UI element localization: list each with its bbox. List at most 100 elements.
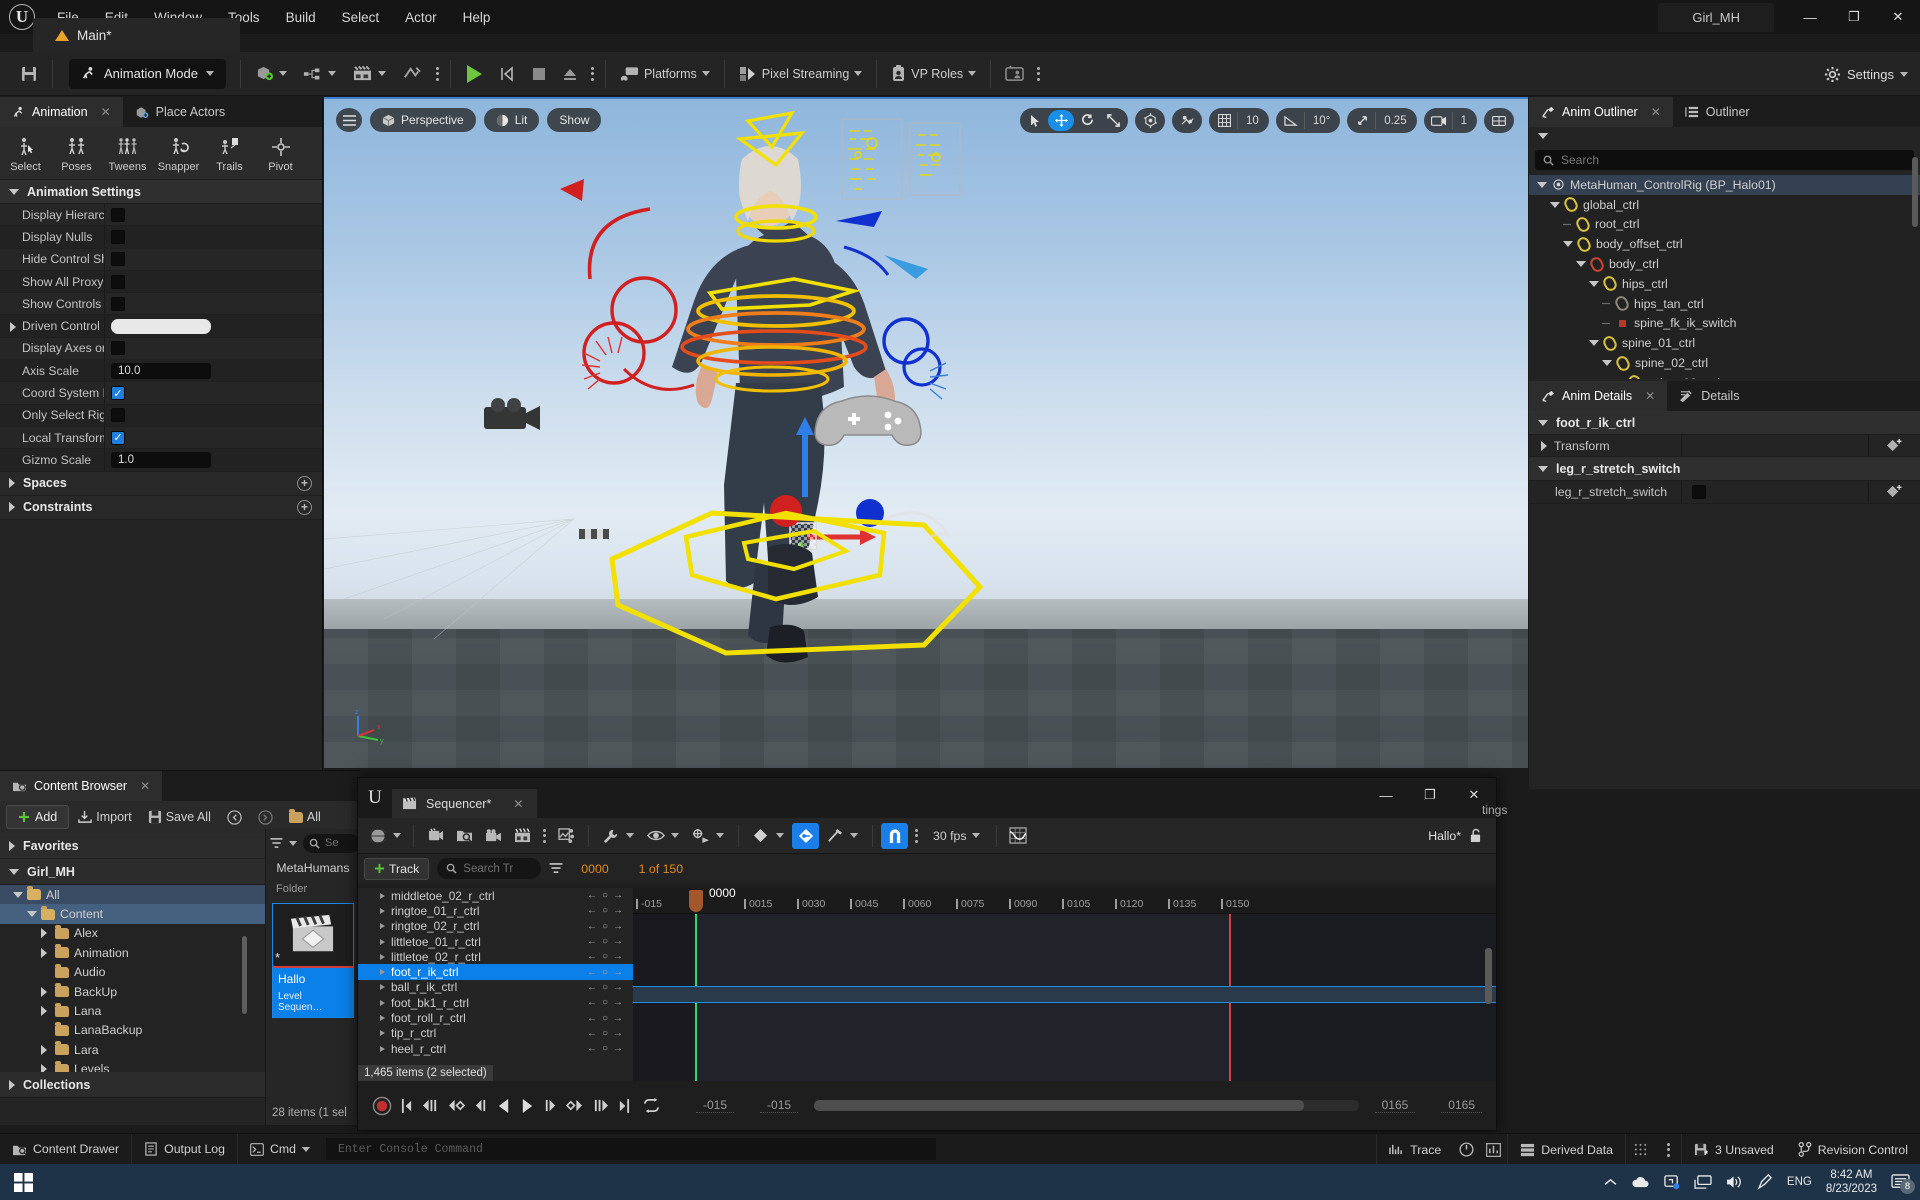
sequencer-minimize-button[interactable]: — bbox=[1364, 778, 1408, 812]
add-key-icon[interactable] bbox=[1868, 481, 1920, 503]
hamburger-icon[interactable] bbox=[336, 108, 362, 132]
outliner-item-0[interactable]: MetaHuman_ControlRig (BP_Halo01) bbox=[1529, 175, 1920, 195]
timeline-ruler[interactable]: -015 0015 0030 0045 0060 0075 0090 0105 … bbox=[633, 886, 1496, 914]
track-key-nav-3[interactable]: ← ○ → bbox=[587, 936, 633, 947]
caret-right-icon-trk4[interactable] bbox=[380, 953, 385, 960]
angle-snap-value[interactable]: 10° bbox=[1303, 112, 1338, 129]
play-icon[interactable] bbox=[520, 1098, 534, 1114]
add-key-circle-icon[interactable]: ○ bbox=[602, 997, 608, 1008]
track-key-nav-9[interactable]: ← ○ → bbox=[587, 1028, 633, 1039]
stats-button[interactable] bbox=[1480, 1134, 1509, 1165]
viewport-layout-icon[interactable] bbox=[1486, 110, 1512, 131]
caret-right-icon-trk2[interactable] bbox=[380, 923, 385, 930]
perf-button[interactable] bbox=[1453, 1134, 1480, 1165]
move-icon[interactable] bbox=[1048, 110, 1075, 131]
setting-value-3[interactable] bbox=[104, 270, 322, 293]
display-icon[interactable] bbox=[1694, 1174, 1712, 1190]
take-recorder-icon[interactable] bbox=[509, 823, 536, 849]
caret-right-icon-trk7[interactable] bbox=[380, 999, 385, 1006]
tool-tweens[interactable]: Tweens bbox=[102, 136, 153, 173]
outliner-item-4[interactable]: body_ctrl bbox=[1529, 254, 1920, 274]
unlock-icon[interactable] bbox=[1469, 828, 1482, 843]
prev-key-arrow-icon[interactable]: ← bbox=[587, 997, 597, 1008]
tool-trails[interactable]: Trails bbox=[204, 136, 255, 173]
caret-right-icon-cb9[interactable] bbox=[41, 1064, 50, 1072]
snap-options-icon[interactable] bbox=[910, 828, 923, 843]
chevron-down-icon-eye[interactable] bbox=[671, 833, 679, 838]
track-key-nav-0[interactable]: ← ○ → bbox=[587, 890, 633, 901]
next-key-arrow-icon[interactable]: → bbox=[613, 1013, 623, 1024]
tab-place-actors[interactable]: Place Actors bbox=[123, 97, 237, 127]
skip-button[interactable] bbox=[492, 58, 524, 90]
tab-anim-details[interactable]: Anim Details ✕ bbox=[1529, 381, 1668, 411]
outliner-item-6[interactable]: hips_tan_ctrl bbox=[1529, 294, 1920, 314]
caret-right-icon-trk6[interactable] bbox=[380, 984, 385, 991]
animation-settings-header[interactable]: Animation Settings bbox=[0, 180, 322, 204]
path-all-button[interactable]: All bbox=[282, 805, 328, 829]
tab-animation[interactable]: Animation ✕ bbox=[0, 97, 123, 127]
surface-snap-button[interactable] bbox=[1172, 108, 1203, 133]
blueprints-button[interactable] bbox=[295, 58, 344, 90]
setting-value-11[interactable]: 1.0 bbox=[104, 449, 322, 471]
caret-right-icon-cb3[interactable] bbox=[41, 947, 50, 958]
add-key-circle-icon[interactable]: ○ bbox=[602, 936, 608, 947]
setting-color-5[interactable] bbox=[111, 318, 211, 334]
outliner-search-input[interactable]: Search bbox=[1535, 150, 1914, 170]
rotate-icon[interactable] bbox=[1074, 110, 1100, 131]
eye-icon[interactable] bbox=[642, 823, 669, 849]
chevron-down-icon-wrench[interactable] bbox=[626, 833, 634, 838]
caret-right-icon-5[interactable] bbox=[10, 321, 16, 332]
close-button[interactable]: ✕ bbox=[1876, 0, 1920, 34]
track-key-nav-8[interactable]: ← ○ → bbox=[587, 1013, 633, 1024]
next-key-arrow-icon[interactable]: → bbox=[613, 936, 623, 947]
chevron-down-icon-world[interactable] bbox=[393, 833, 401, 838]
sequencer-track-row-9[interactable]: tip_r_ctrl ← ○ → bbox=[358, 1026, 633, 1041]
filter-icon[interactable] bbox=[270, 837, 283, 849]
fps-selector[interactable]: 30 fps bbox=[925, 820, 988, 852]
outliner-item-7[interactable]: spine_fk_ik_switch bbox=[1529, 314, 1920, 334]
curve-editor-icon[interactable] bbox=[1005, 823, 1032, 849]
volume-icon[interactable] bbox=[1726, 1175, 1743, 1189]
caret-down-icon[interactable] bbox=[1589, 280, 1599, 287]
outliner-item-5[interactable]: hips_ctrl bbox=[1529, 274, 1920, 294]
camera-speed-control[interactable]: 1 bbox=[1423, 108, 1477, 133]
track-key-nav-7[interactable]: ← ○ → bbox=[587, 997, 633, 1008]
add-track-button[interactable]: Track bbox=[364, 857, 430, 880]
setting-checkbox-4[interactable] bbox=[111, 296, 125, 311]
add-key-circle-icon[interactable]: ○ bbox=[602, 905, 608, 916]
prev-key-arrow-icon[interactable]: ← bbox=[587, 905, 597, 916]
content-drawer-button[interactable]: Content Drawer bbox=[0, 1133, 133, 1165]
tab-details[interactable]: Details bbox=[1667, 381, 1751, 411]
sequencer-tab-close[interactable]: ✕ bbox=[513, 797, 523, 811]
playhead-handle[interactable] bbox=[689, 890, 703, 912]
setting-value-4[interactable] bbox=[104, 293, 322, 315]
setting-value-7[interactable]: 10.0 bbox=[104, 360, 322, 382]
chevron-down-icon-interp[interactable] bbox=[850, 833, 858, 838]
caret-right-icon-cb2[interactable] bbox=[41, 928, 50, 939]
prev-key-arrow-icon[interactable]: ← bbox=[587, 1043, 597, 1054]
details-row-value-0-0[interactable] bbox=[1681, 435, 1868, 457]
caret-right-icon-trk1[interactable] bbox=[380, 907, 385, 914]
outliner-item-3[interactable]: body_offset_ctrl bbox=[1529, 234, 1920, 254]
setting-input-7[interactable]: 10.0 bbox=[111, 362, 211, 379]
range-start-field-2[interactable]: -015 bbox=[760, 1098, 799, 1113]
viewport-show-menu[interactable]: Show bbox=[547, 108, 602, 132]
add-key-icon[interactable] bbox=[1868, 435, 1920, 457]
prev-key-arrow-icon[interactable]: ← bbox=[587, 921, 597, 932]
sequencer-timeline[interactable]: -015 0015 0030 0045 0060 0075 0090 0105 … bbox=[633, 886, 1496, 1081]
next-key-arrow-icon[interactable]: → bbox=[613, 1028, 623, 1039]
camera-cut-icon[interactable] bbox=[480, 823, 507, 849]
menu-item-help[interactable]: Help bbox=[450, 6, 504, 29]
setting-checkbox-3[interactable] bbox=[111, 274, 125, 289]
tool-select[interactable]: Select bbox=[0, 136, 51, 173]
sequencer-track-row-8[interactable]: foot_roll_r_ctrl ← ○ → bbox=[358, 1010, 633, 1025]
timeline-scrub-bar[interactable] bbox=[814, 1100, 1359, 1111]
caret-right-icon-trk10[interactable] bbox=[380, 1045, 385, 1052]
seq-kebab-icon[interactable] bbox=[538, 828, 551, 843]
outliner-item-2[interactable]: root_ctrl bbox=[1529, 215, 1920, 235]
cinematics-button[interactable] bbox=[344, 58, 394, 90]
editor-mode-selector[interactable]: Animation Mode bbox=[69, 58, 226, 89]
scale-snap-value[interactable]: 0.25 bbox=[1375, 112, 1414, 129]
onedrive-icon[interactable] bbox=[1631, 1176, 1650, 1189]
status-more-button[interactable] bbox=[1656, 1134, 1682, 1165]
